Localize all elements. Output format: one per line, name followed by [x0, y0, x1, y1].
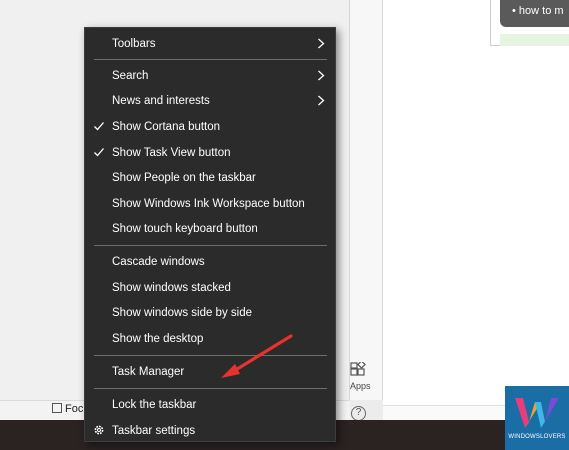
- help-icon[interactable]: ?: [351, 406, 366, 421]
- menu-item-label: Cascade windows: [112, 255, 205, 268]
- chevron-right-icon: [318, 95, 325, 106]
- chevron-right-icon: [318, 70, 325, 81]
- windowslovers-watermark: WINDOWSLOVERS: [505, 386, 569, 450]
- taskbar-context-menu: Toolbars Search News and interests Show …: [84, 27, 336, 442]
- menu-item-label: Show windows stacked: [112, 281, 231, 294]
- chevron-right-icon: [318, 38, 325, 49]
- checkmark-icon: [94, 122, 104, 131]
- apps-icon[interactable]: [350, 362, 366, 378]
- focus-icon: [52, 403, 62, 413]
- apps-label: Apps: [350, 381, 371, 391]
- menu-item-search[interactable]: Search: [85, 63, 335, 88]
- menu-item-label: Lock the taskbar: [112, 398, 197, 411]
- menu-item-label: Taskbar settings: [112, 424, 196, 437]
- menu-item-label: Show Windows Ink Workspace button: [112, 197, 305, 210]
- menu-item-lock-the-taskbar[interactable]: Lock the taskbar: [85, 392, 335, 417]
- menu-item-label: Task Manager: [112, 365, 185, 378]
- menu-item-label: Show touch keyboard button: [112, 222, 258, 235]
- tooltip-text: • how to m: [500, 0, 569, 27]
- menu-item-cascade-windows[interactable]: Cascade windows: [85, 249, 335, 274]
- menu-item-show-people[interactable]: Show People on the taskbar: [85, 165, 335, 190]
- menu-item-show-windows-ink[interactable]: Show Windows Ink Workspace button: [85, 191, 335, 216]
- background-side-strip: [350, 0, 383, 400]
- menu-item-news-and-interests[interactable]: News and interests: [85, 88, 335, 113]
- menu-item-task-manager[interactable]: Task Manager: [85, 359, 335, 384]
- menu-item-label: Show the desktop: [112, 332, 204, 345]
- background-window-right: [383, 0, 569, 420]
- menu-separator: [94, 388, 327, 389]
- annotation-arrow-icon: [221, 334, 293, 378]
- menu-separator: [94, 59, 327, 60]
- menu-item-toolbars[interactable]: Toolbars: [85, 31, 335, 56]
- menu-item-label: Show Task View button: [112, 146, 231, 159]
- watermark-text: WINDOWSLOVERS: [508, 434, 566, 440]
- menu-item-label: News and interests: [112, 94, 210, 107]
- menu-item-show-task-view-button[interactable]: Show Task View button: [85, 140, 335, 165]
- menu-item-taskbar-settings[interactable]: Taskbar settings: [85, 418, 335, 443]
- menu-item-show-cortana-button[interactable]: Show Cortana button: [85, 114, 335, 139]
- menu-item-show-windows-side-by-side[interactable]: Show windows side by side: [85, 300, 335, 325]
- checkmark-icon: [94, 148, 104, 157]
- windowslovers-logo-icon: [515, 398, 559, 428]
- gear-icon: [94, 425, 104, 435]
- menu-item-label: Show Cortana button: [112, 120, 221, 133]
- menu-item-show-touch-keyboard[interactable]: Show touch keyboard button: [85, 216, 335, 241]
- menu-item-label: Show People on the taskbar: [112, 171, 256, 184]
- menu-item-label: Show windows side by side: [112, 306, 252, 319]
- menu-item-label: Search: [112, 69, 149, 82]
- menu-item-show-windows-stacked[interactable]: Show windows stacked: [85, 275, 335, 300]
- green-highlight-strip: [500, 34, 569, 46]
- menu-item-label: Toolbars: [112, 37, 156, 50]
- menu-separator: [94, 245, 327, 246]
- menu-item-show-the-desktop[interactable]: Show the desktop: [85, 326, 335, 351]
